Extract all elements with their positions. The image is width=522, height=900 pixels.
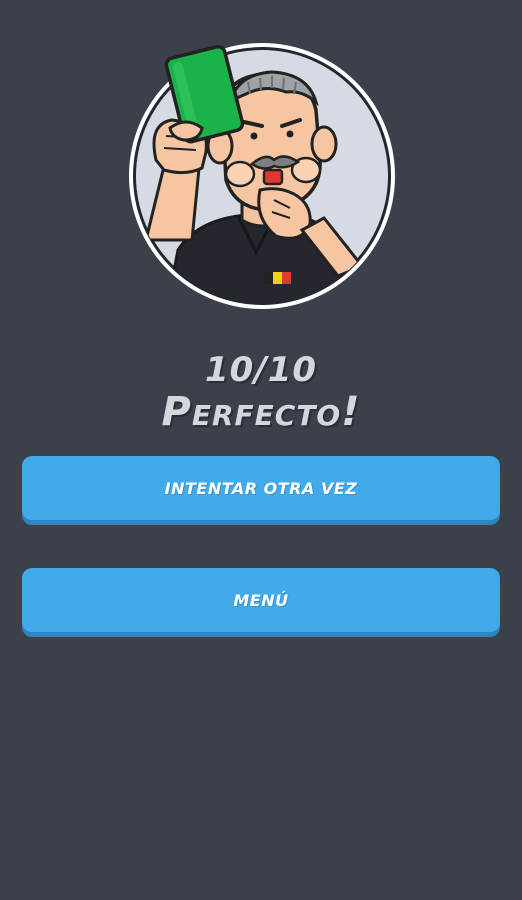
result-verdict: Perfecto! xyxy=(161,389,361,435)
referee-avatar xyxy=(126,40,398,312)
retry-button[interactable]: INTENTAR OTRA VEZ xyxy=(22,456,500,520)
menu-button[interactable]: MENÚ xyxy=(22,568,500,632)
retry-button-label: INTENTAR OTRA VEZ xyxy=(164,478,358,498)
score-text: 10/10 xyxy=(204,350,318,390)
referee-green-card-icon xyxy=(129,43,395,309)
menu-button-label: MENÚ xyxy=(233,590,289,610)
